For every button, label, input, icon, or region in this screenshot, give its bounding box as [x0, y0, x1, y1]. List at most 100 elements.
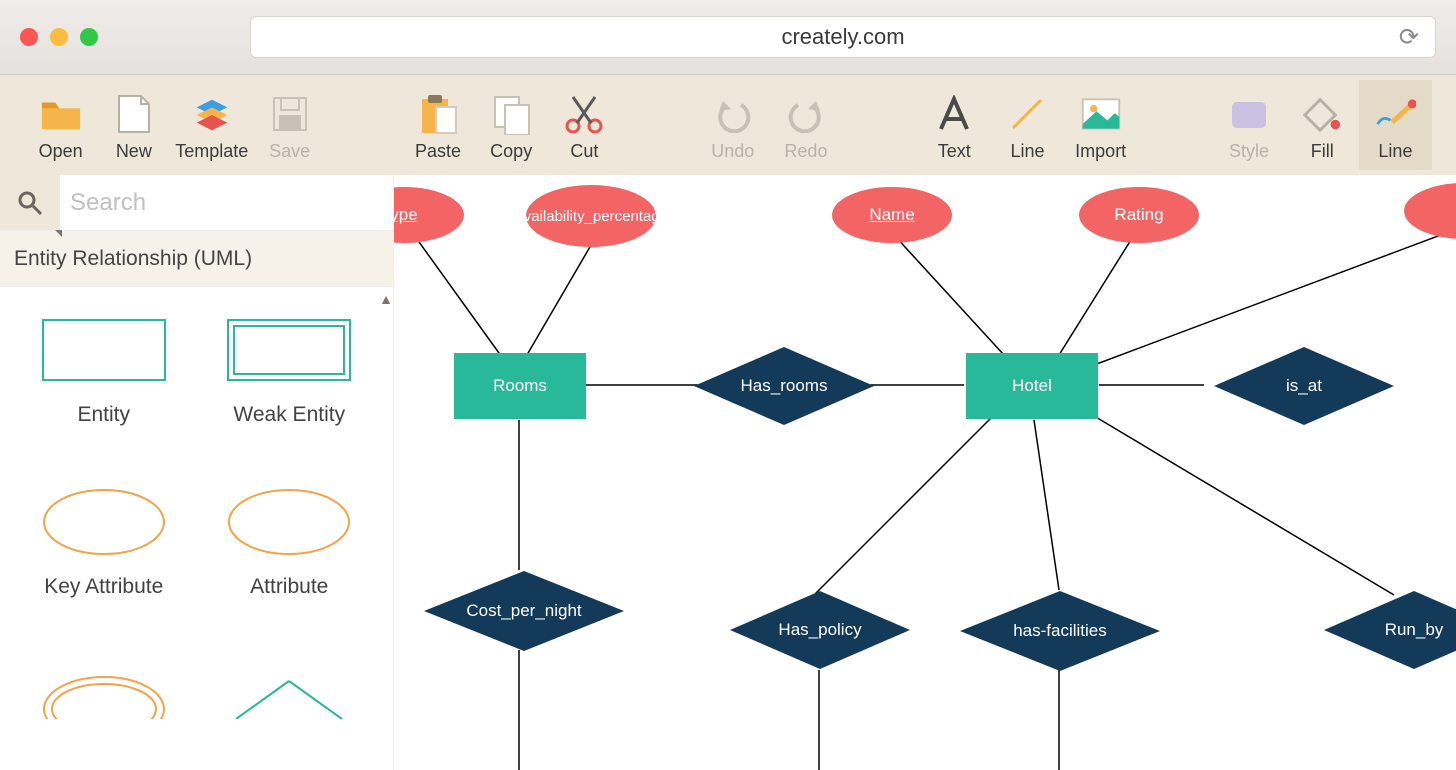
entity-shape-icon	[39, 315, 169, 385]
open-label: Open	[39, 141, 83, 162]
search-row	[0, 175, 393, 231]
style-icon	[1228, 93, 1270, 135]
attr-type[interactable]: ype	[394, 187, 464, 243]
partial-shape-icon	[39, 659, 169, 729]
rel-cost-per-night[interactable]: Cost_per_night	[424, 571, 624, 651]
attr-label: Availability_percentage	[514, 208, 668, 225]
line-icon	[1006, 93, 1048, 135]
template-button[interactable]: Template	[170, 80, 253, 170]
redo-icon	[785, 93, 827, 135]
shape-attribute[interactable]: Attribute	[202, 487, 378, 599]
key-attribute-shape-icon	[39, 487, 169, 557]
shapeset-header[interactable]: Entity Relationship (UML)	[0, 231, 393, 287]
line-tool-label: Line	[1010, 141, 1044, 162]
rel-label: Cost_per_night	[466, 601, 581, 621]
workspace: Entity Relationship (UML) ▲ Entity Weak …	[0, 175, 1456, 770]
copy-icon	[490, 93, 532, 135]
shape-label: Entity	[77, 403, 130, 427]
refresh-icon[interactable]: ⟳	[1399, 23, 1419, 52]
copy-button[interactable]: Copy	[475, 80, 548, 170]
search-icon-box[interactable]	[0, 175, 60, 230]
close-window-button[interactable]	[20, 28, 38, 46]
redo-label: Redo	[784, 141, 827, 162]
pencil-icon	[1374, 93, 1416, 135]
search-input[interactable]	[60, 189, 393, 217]
attribute-shape-icon	[224, 487, 354, 557]
rel-label: is_at	[1286, 376, 1322, 396]
scroll-up-arrow[interactable]: ▲	[379, 291, 393, 307]
fill-button[interactable]: Fill	[1286, 80, 1359, 170]
text-icon	[933, 93, 975, 135]
address-bar[interactable]: creately.com ⟳	[250, 16, 1436, 58]
undo-button[interactable]: Undo	[696, 80, 769, 170]
entity-hotel[interactable]: Hotel	[966, 353, 1098, 419]
rel-has-policy[interactable]: Has_policy	[730, 591, 910, 669]
entity-label: Hotel	[1012, 376, 1052, 396]
style-button[interactable]: Style	[1212, 80, 1285, 170]
new-button[interactable]: New	[97, 80, 170, 170]
rel-is-at[interactable]: is_at	[1214, 347, 1394, 425]
shape-label: Weak Entity	[233, 403, 345, 427]
save-button[interactable]: Save	[253, 80, 326, 170]
save-label: Save	[269, 141, 310, 162]
import-button[interactable]: Import	[1064, 80, 1137, 170]
browser-chrome: creately.com ⟳	[0, 0, 1456, 75]
address-url: creately.com	[781, 24, 904, 50]
attr-label: ype	[394, 205, 418, 225]
redo-button[interactable]: Redo	[769, 80, 842, 170]
rel-run-by[interactable]: Run_by	[1324, 591, 1456, 669]
shape-key-attribute[interactable]: Key Attribute	[16, 487, 192, 599]
text-tool-button[interactable]: Text	[918, 80, 991, 170]
template-label: Template	[175, 141, 248, 162]
shape-grid: ▲ Entity Weak Entity Key Attribute	[0, 287, 393, 729]
diagram-canvas[interactable]: ype Availability_percentage Name Rating …	[394, 175, 1456, 770]
undo-label: Undo	[711, 141, 754, 162]
entity-rooms[interactable]: Rooms	[454, 353, 586, 419]
rel-label: Run_by	[1385, 620, 1444, 640]
cut-label: Cut	[570, 141, 598, 162]
attr-availability[interactable]: Availability_percentage	[526, 185, 656, 247]
rel-label: Has_policy	[778, 620, 861, 640]
attr-rating[interactable]: Rating	[1079, 187, 1199, 243]
paste-label: Paste	[415, 141, 461, 162]
shapes-sidebar: Entity Relationship (UML) ▲ Entity Weak …	[0, 175, 394, 770]
fill-label: Fill	[1311, 141, 1334, 162]
canvas-edges	[394, 175, 1456, 770]
shape-partial-2[interactable]	[202, 659, 378, 729]
cut-icon	[563, 93, 605, 135]
folder-icon	[40, 93, 82, 135]
shape-label: Attribute	[250, 575, 328, 599]
import-icon	[1080, 93, 1122, 135]
open-button[interactable]: Open	[24, 80, 97, 170]
shape-label: Key Attribute	[44, 575, 163, 599]
line-style-label: Line	[1378, 141, 1412, 162]
rel-has-rooms[interactable]: Has_rooms	[694, 347, 874, 425]
shapeset-title: Entity Relationship (UML)	[14, 247, 252, 271]
main-toolbar: Open New Template Save Paste Copy C	[0, 75, 1456, 175]
maximize-window-button[interactable]	[80, 28, 98, 46]
search-icon	[17, 190, 43, 216]
rel-has-facilities[interactable]: has-facilities	[960, 591, 1160, 671]
window-controls	[20, 28, 98, 46]
attr-name[interactable]: Name	[832, 187, 952, 243]
attr-label: Rating	[1114, 205, 1163, 225]
text-label: Text	[938, 141, 971, 162]
rel-label: has-facilities	[1013, 621, 1107, 641]
save-icon	[269, 93, 311, 135]
shape-partial-1[interactable]	[16, 659, 192, 729]
minimize-window-button[interactable]	[50, 28, 68, 46]
shape-entity[interactable]: Entity	[16, 315, 192, 427]
copy-label: Copy	[490, 141, 532, 162]
attr-st[interactable]: St	[1404, 183, 1456, 239]
paste-button[interactable]: Paste	[401, 80, 474, 170]
line-tool-button[interactable]: Line	[991, 80, 1064, 170]
new-label: New	[116, 141, 152, 162]
shape-weak-entity[interactable]: Weak Entity	[202, 315, 378, 427]
line-style-button[interactable]: Line	[1359, 80, 1432, 170]
template-icon	[191, 93, 233, 135]
cut-button[interactable]: Cut	[548, 80, 621, 170]
attr-label: Name	[869, 205, 914, 225]
weak-entity-shape-icon	[224, 315, 354, 385]
entity-label: Rooms	[493, 376, 547, 396]
new-file-icon	[113, 93, 155, 135]
